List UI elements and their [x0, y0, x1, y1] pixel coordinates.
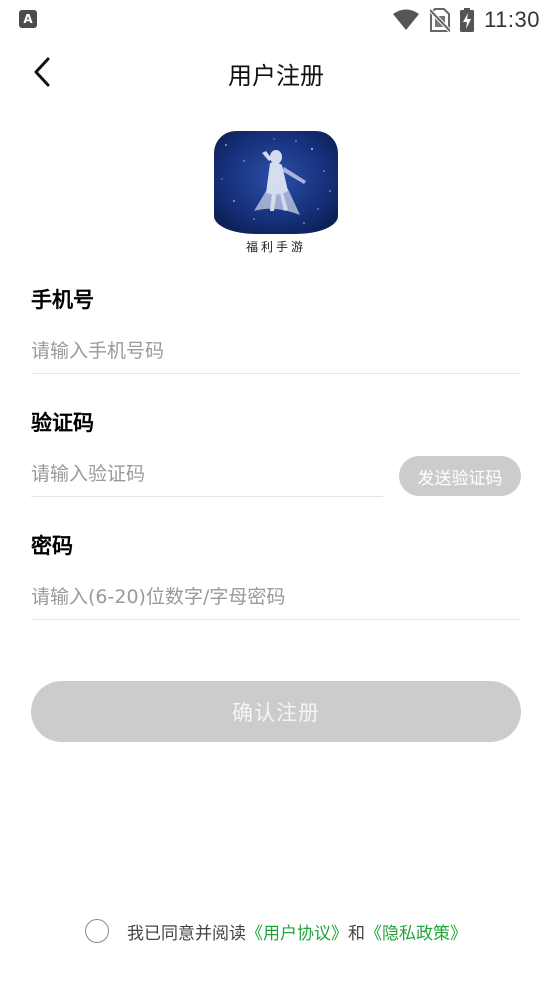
password-label: 密码	[31, 534, 73, 558]
agreement-and: 和	[348, 923, 365, 944]
phone-input[interactable]	[31, 329, 521, 374]
privacy-policy-link[interactable]: 《隐私政策》	[365, 919, 467, 944]
page-title: 用户注册	[228, 62, 324, 90]
status-time: 11:30	[484, 7, 540, 32]
phone-label: 手机号	[31, 288, 94, 312]
agreement-row: 我已同意并阅读 《用户协议》 和 《隐私政策》	[0, 914, 552, 948]
confirm-register-button[interactable]: 确认注册	[31, 681, 521, 742]
battery-charging-icon	[460, 8, 475, 32]
send-code-button[interactable]: 发送验证码	[399, 456, 521, 496]
a-icon	[19, 10, 37, 28]
no-sim-icon	[430, 8, 451, 32]
header: 用户注册	[0, 40, 552, 104]
agree-radio[interactable]	[85, 919, 109, 943]
agreement-prefix: 我已同意并阅读	[127, 923, 246, 944]
code-input[interactable]	[31, 452, 383, 497]
status-bar: 11:30	[0, 0, 552, 40]
status-icons: 11:30	[392, 6, 540, 34]
wifi-icon	[393, 9, 420, 30]
password-input[interactable]	[31, 575, 521, 620]
code-label: 验证码	[31, 411, 94, 435]
logo-caption: 福利手游	[245, 240, 306, 254]
user-agreement-link[interactable]: 《用户协议》	[246, 919, 348, 944]
app-logo	[214, 131, 338, 234]
app-logo-image	[214, 131, 338, 234]
